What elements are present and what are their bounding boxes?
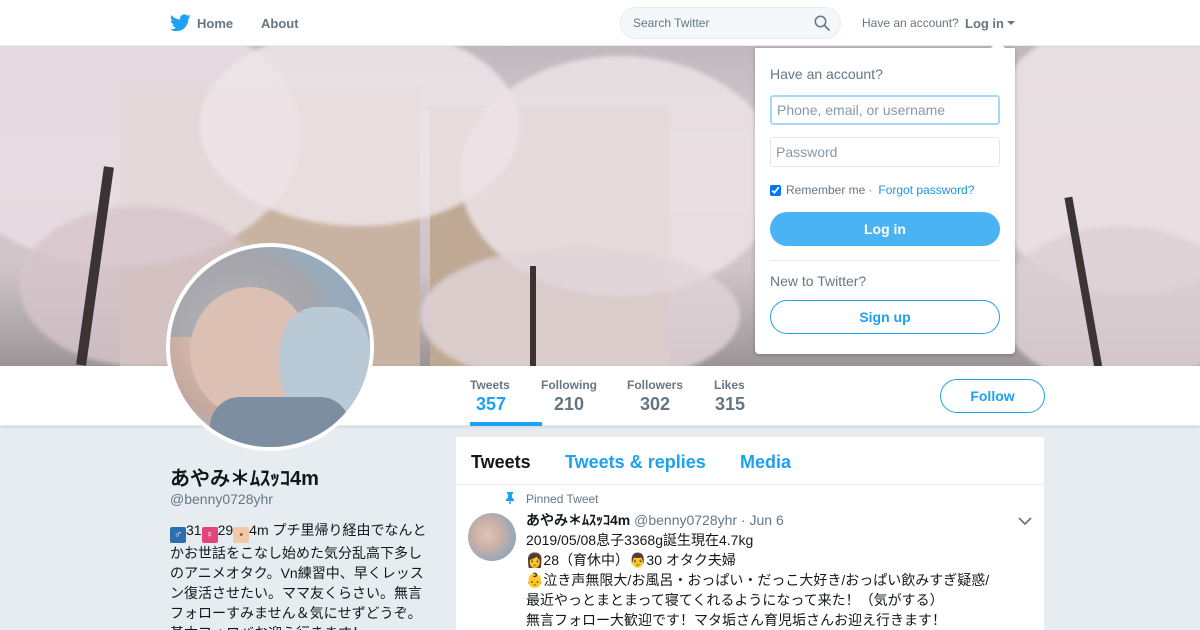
avatar-image	[170, 247, 370, 447]
username-input[interactable]	[770, 95, 1000, 125]
search-input[interactable]	[633, 8, 813, 38]
pinned-label: Pinned Tweet	[526, 492, 599, 506]
follow-button[interactable]: Follow	[940, 379, 1045, 413]
login-dropdown: Have an account? Remember me · Forgot pa…	[755, 41, 1015, 354]
stat-likes-value: 315	[715, 394, 746, 414]
search-box	[620, 7, 841, 39]
separator-dot: ·	[868, 183, 873, 197]
nav-home-label: Home	[197, 15, 234, 31]
caret-down-icon	[1007, 21, 1015, 25]
tab-tweets-replies[interactable]: Tweets & replies	[565, 452, 706, 473]
profile-avatar[interactable]	[166, 243, 374, 451]
forgot-password-link[interactable]: Forgot password?	[878, 183, 974, 197]
pinned-tweet[interactable]: Pinned Tweet あやみ＊ﾑｽｯｺ4m @benny0728yhr · …	[456, 486, 1044, 630]
nav-home[interactable]: Home	[170, 0, 233, 46]
login-dropdown-toggle[interactable]: Log in	[965, 0, 1015, 46]
baby-emoji-icon: •	[233, 527, 250, 543]
timeline-tabs: Tweets Tweets & replies Media	[456, 437, 1044, 485]
pin-icon	[506, 492, 514, 504]
stat-followers-value: 302	[640, 394, 671, 414]
login-link-label: Log in	[965, 15, 1004, 31]
divider	[770, 260, 1000, 261]
stat-tweets[interactable]: Tweets 357	[470, 366, 542, 426]
remember-me-row: Remember me · Forgot password?	[770, 183, 974, 197]
nav-about[interactable]: About	[261, 0, 299, 46]
tweet-author-name[interactable]: あやみ＊ﾑｽｯｺ4m	[526, 512, 630, 528]
tab-media[interactable]: Media	[740, 452, 791, 473]
twitter-bird-icon	[170, 14, 191, 32]
tab-tweets[interactable]: Tweets	[471, 452, 531, 473]
top-navigation: Home About Have an account? Log in	[0, 0, 1200, 46]
stat-likes[interactable]: Likes 315	[714, 366, 745, 426]
timeline: Tweets Tweets & replies Media Pinned Twe…	[456, 437, 1044, 630]
man-emoji-icon: ♂	[170, 527, 186, 543]
woman-emoji-icon: ♀	[201, 527, 218, 543]
password-input[interactable]	[770, 137, 1000, 167]
tweet-avatar[interactable]	[468, 513, 516, 561]
stat-followers-label: Followers	[627, 378, 684, 392]
login-button[interactable]: Log in	[770, 212, 1000, 246]
profile-handle: @benny0728yhr	[170, 491, 273, 507]
remember-me-label: Remember me	[786, 183, 866, 197]
stat-followers[interactable]: Followers 302	[627, 366, 683, 426]
stat-following-value: 210	[554, 394, 585, 414]
signup-button[interactable]: Sign up	[770, 300, 1000, 334]
have-account-text: Have an account?	[862, 16, 959, 30]
stat-tweets-label: Tweets	[470, 378, 510, 392]
bio-part-1: 31	[186, 522, 202, 538]
tweet-text: 2019/05/08息子3368g誕生現在4.7kg 👩28（育休中）👨30 オ…	[526, 532, 990, 628]
profile-name: あやみ＊ﾑｽｯｺ4m	[170, 468, 319, 490]
login-dropdown-title: Have an account?	[770, 66, 883, 82]
tweet-header: あやみ＊ﾑｽｯｺ4m @benny0728yhr · Jun 6	[526, 510, 784, 530]
stat-following-label: Following	[541, 378, 597, 392]
stat-following[interactable]: Following 210	[541, 366, 597, 426]
profile-bio: ♂ 31 ♀ 29 • 4m プチ里帰り経由でなんとかお世話をこなし始めた気分乱高下多しの…	[170, 520, 430, 630]
chevron-down-icon[interactable]	[1018, 516, 1032, 526]
new-to-twitter-text: New to Twitter?	[770, 273, 867, 289]
tweet-meta[interactable]: @benny0728yhr · Jun 6	[634, 512, 784, 528]
bio-part-2: 29	[217, 522, 234, 538]
search-icon[interactable]	[814, 15, 830, 31]
stat-likes-label: Likes	[714, 378, 745, 392]
remember-me-checkbox[interactable]	[770, 184, 781, 196]
stat-tweets-value: 357	[476, 394, 507, 414]
